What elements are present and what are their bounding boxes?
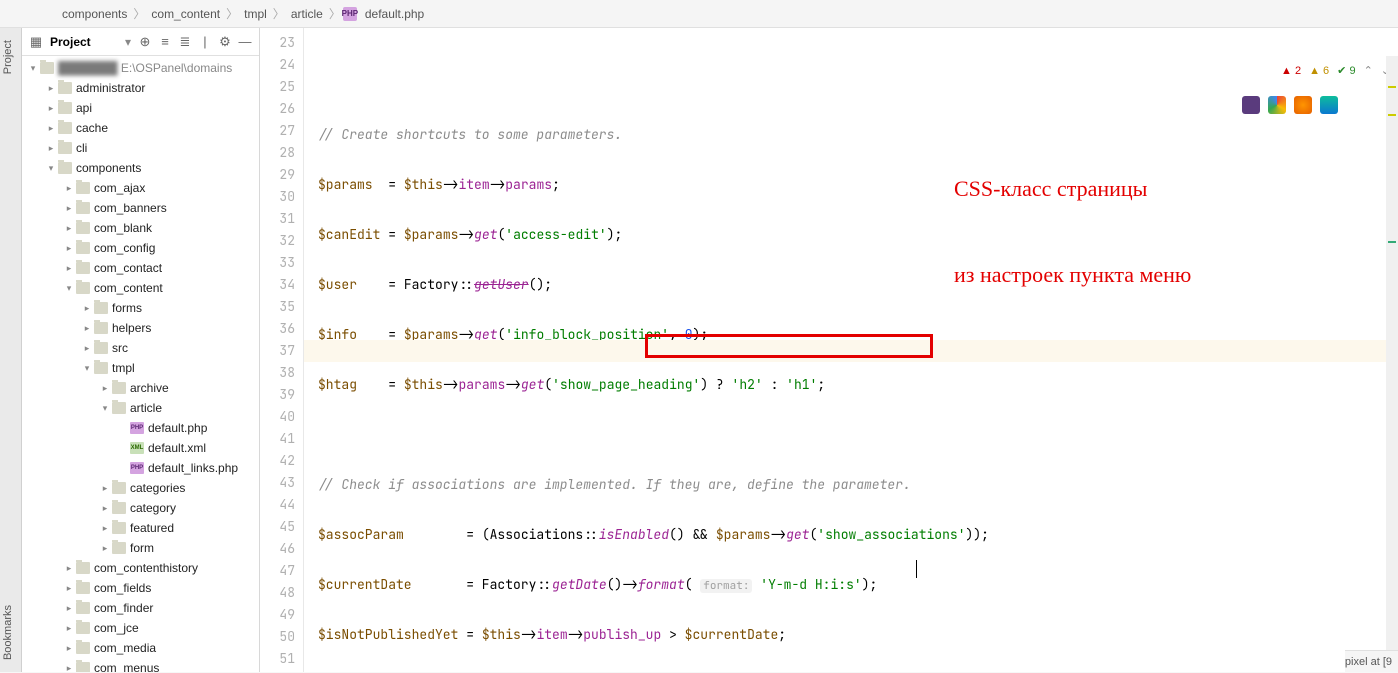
editor: ▲ 2 ▲ 6 ✔ 9 ⌃ ⌄ 232425262728293031323334… — [260, 28, 1398, 672]
tree-item[interactable]: ▸com_fields — [22, 578, 259, 598]
php-file-icon: PHP — [343, 7, 357, 21]
project-panel: ▦ Project ▾ ⊕ ≡ ≣ | ⚙ — ▾███████ E:\OSPa… — [22, 28, 260, 672]
tree-item[interactable]: ▸categories — [22, 478, 259, 498]
tree-item[interactable]: ▸cache — [22, 118, 259, 138]
tree-root[interactable]: ▾███████ E:\OSPanel\domains — [22, 58, 259, 78]
tree-item[interactable]: ▸helpers — [22, 318, 259, 338]
tree-article[interactable]: ▾article — [22, 398, 259, 418]
tree-item[interactable]: ▸com_blank — [22, 218, 259, 238]
tree-item[interactable]: ▸com_finder — [22, 598, 259, 618]
status-bar: pixel at [9 — [1345, 650, 1398, 672]
tree-file-default-links-php[interactable]: PHPdefault_links.php — [22, 458, 259, 478]
tree-item[interactable]: ▸com_banners — [22, 198, 259, 218]
tree-item[interactable]: ▸archive — [22, 378, 259, 398]
crumb-tmpl[interactable]: tmpl — [240, 7, 271, 21]
project-header: ▦ Project ▾ ⊕ ≡ ≣ | ⚙ — — [22, 28, 259, 56]
crumb-file[interactable]: default.php — [361, 7, 428, 21]
tree-item[interactable]: ▸api — [22, 98, 259, 118]
top-bar: components〉 com_content〉 tmpl〉 article〉 … — [0, 0, 1398, 28]
project-tool-tab[interactable]: Project — [0, 32, 21, 82]
crumb-article[interactable]: article — [287, 7, 327, 21]
tree-item[interactable]: ▸forms — [22, 298, 259, 318]
scrollbar[interactable] — [1386, 56, 1398, 650]
tree-item[interactable]: ▸src — [22, 338, 259, 358]
tree-com-content[interactable]: ▾com_content — [22, 278, 259, 298]
tree-item[interactable]: ▸com_contenthistory — [22, 558, 259, 578]
tree-item[interactable]: ▸form — [22, 538, 259, 558]
locate-icon[interactable]: ⊕ — [135, 32, 155, 52]
crumb-components[interactable]: components — [58, 7, 131, 21]
breadcrumb: components〉 com_content〉 tmpl〉 article〉 … — [58, 5, 428, 22]
collapse-all-icon[interactable]: ≣ — [175, 32, 195, 52]
project-title: Project — [50, 35, 125, 49]
expand-all-icon[interactable]: ≡ — [155, 32, 175, 52]
gutter[interactable]: 2324252627282930313233343536373839404142… — [260, 28, 304, 672]
settings-icon[interactable]: ⚙ — [215, 32, 235, 52]
tree-file-default-php[interactable]: PHPdefault.php — [22, 418, 259, 438]
tree-item[interactable]: ▸com_ajax — [22, 178, 259, 198]
separator: | — [195, 32, 215, 52]
tree-item[interactable]: ▸featured — [22, 518, 259, 538]
project-tree[interactable]: ▾███████ E:\OSPanel\domains ▸administrat… — [22, 56, 259, 672]
tree-item[interactable]: ▸administrator — [22, 78, 259, 98]
hide-icon[interactable]: — — [235, 32, 255, 52]
tree-item[interactable]: ▸category — [22, 498, 259, 518]
text-cursor — [916, 560, 917, 578]
tree-tmpl[interactable]: ▾tmpl — [22, 358, 259, 378]
code-area[interactable]: // Create shortcuts to some parameters. … — [304, 28, 1398, 672]
tree-item[interactable]: ▸com_jce — [22, 618, 259, 638]
tree-item[interactable]: ▸com_media — [22, 638, 259, 658]
tree-item[interactable]: ▸com_config — [22, 238, 259, 258]
project-view-icon[interactable]: ▦ — [26, 32, 46, 52]
crumb-com-content[interactable]: com_content — [147, 7, 224, 21]
tree-item[interactable]: ▸com_contact — [22, 258, 259, 278]
tree-item[interactable]: ▸com_menus — [22, 658, 259, 672]
tree-item[interactable]: ▸cli — [22, 138, 259, 158]
tool-window-bar: Project Bookmarks — [0, 28, 22, 672]
tree-file-default-xml[interactable]: XMLdefault.xml — [22, 438, 259, 458]
bookmarks-tool-tab[interactable]: Bookmarks — [0, 597, 21, 668]
tree-components[interactable]: ▾components — [22, 158, 259, 178]
